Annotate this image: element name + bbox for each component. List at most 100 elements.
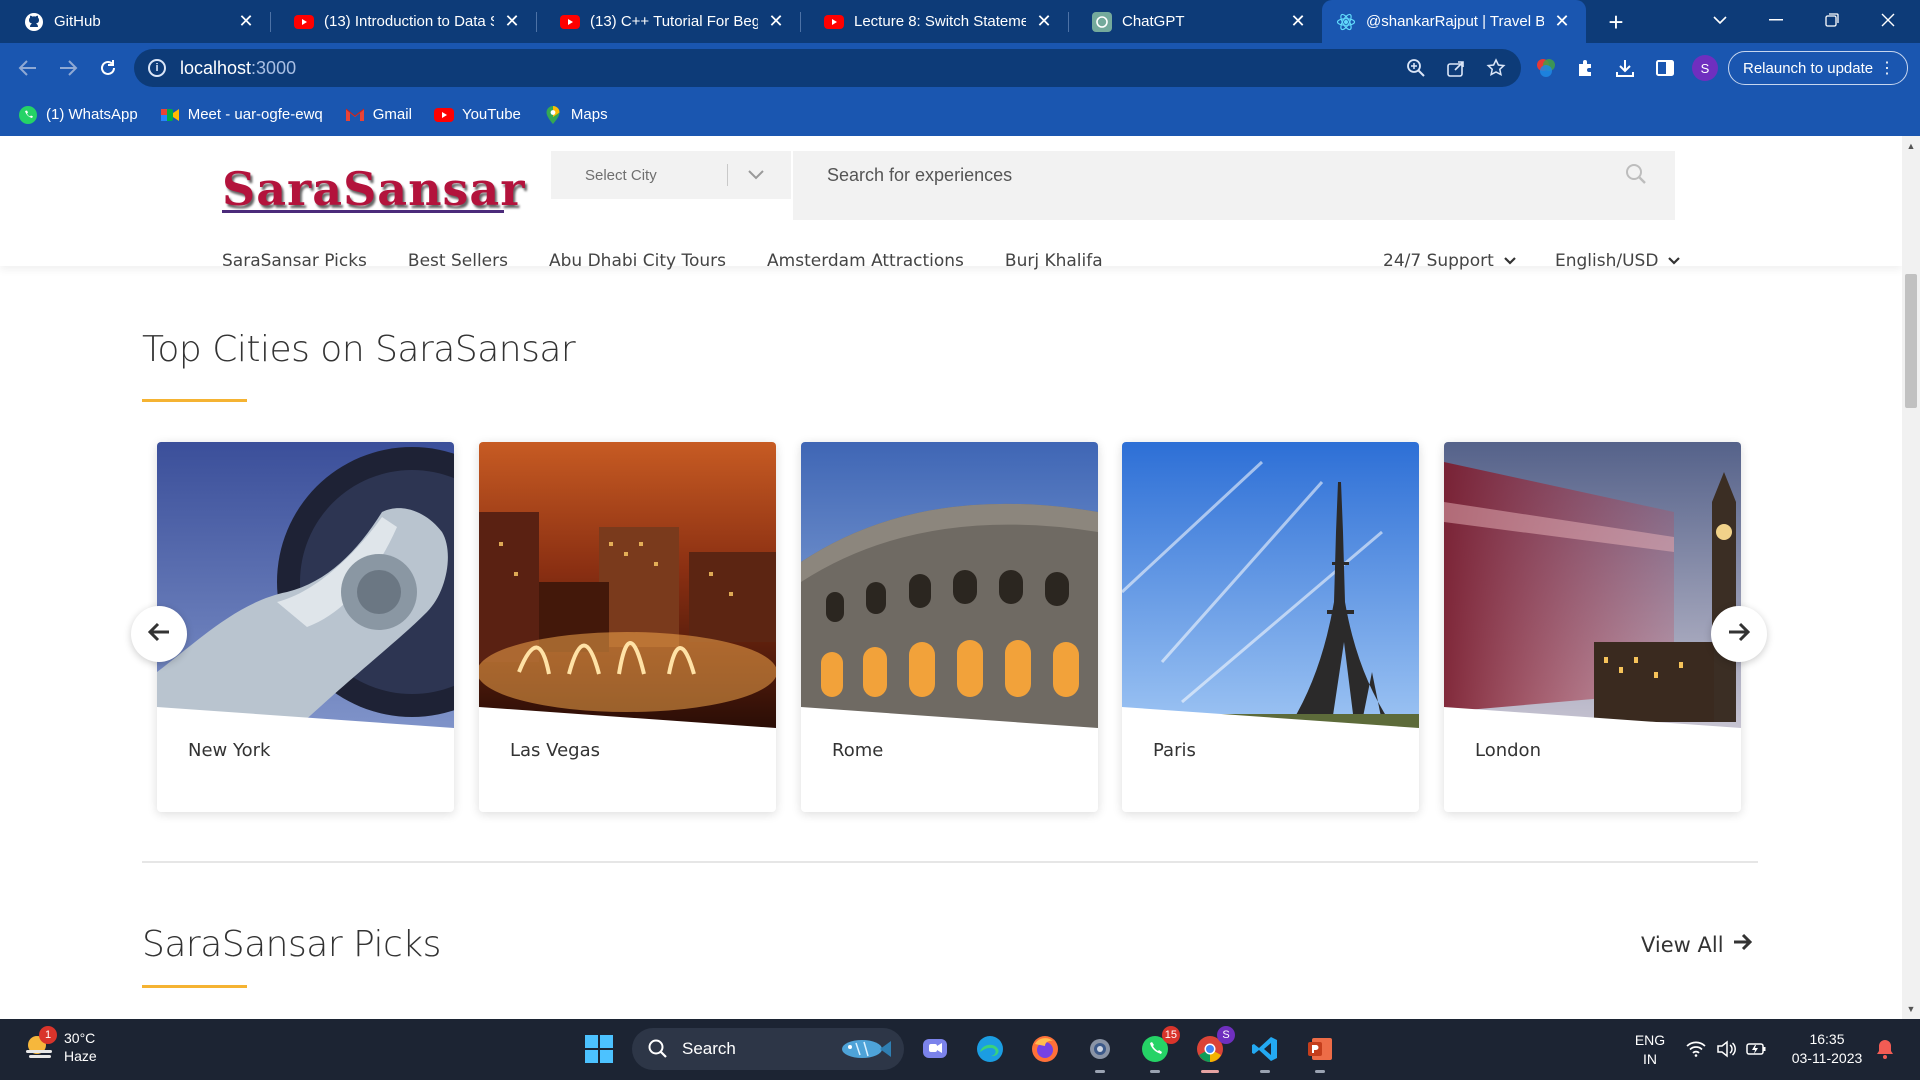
bookmark-youtube[interactable]: YouTube [433,105,521,125]
tab-search-chevron-icon[interactable] [1692,0,1748,40]
tab-close-icon[interactable]: ✕ [766,11,786,32]
tab-close-icon[interactable]: ✕ [1288,11,1308,32]
windows-start-icon[interactable] [584,1034,614,1064]
reload-icon[interactable] [92,52,124,84]
extensions-puzzle-icon[interactable] [1573,55,1599,81]
taskbar-search[interactable]: Search [632,1028,904,1070]
nav-link-picks[interactable]: SaraSansar Picks [222,251,367,271]
nav-link-best-sellers[interactable]: Best Sellers [408,251,508,271]
experience-search [793,151,1675,220]
back-arrow-icon[interactable] [12,52,44,84]
bookmark-whatsapp[interactable]: (1) WhatsApp [18,105,138,125]
tab-chatgpt[interactable]: ChatGPT ✕ [1068,0,1322,43]
chatgpt-icon [1092,11,1112,32]
settings-gear-icon[interactable] [1083,1032,1117,1073]
city-card-new-york[interactable]: New York [157,442,454,812]
site-info-icon[interactable]: i [148,59,166,77]
profile-avatar[interactable]: S [1692,55,1718,81]
battery-charging-icon[interactable] [1746,1039,1766,1059]
download-icon[interactable] [1612,55,1638,81]
tab-youtube-data-structures[interactable]: (13) Introduction to Data St ✕ [270,0,536,43]
tab-github[interactable]: GitHub ✕ [0,0,270,43]
react-icon [1336,12,1356,32]
city-image [1444,442,1741,728]
new-tab-button[interactable]: + [1600,6,1632,38]
tab-close-icon[interactable]: ✕ [1552,11,1572,32]
volume-icon[interactable] [1716,1039,1736,1059]
page-viewport: SaraSansar Select City SaraSansar Picks … [0,136,1902,1019]
section-divider [142,861,1758,863]
color-extension-icon[interactable] [1533,55,1559,81]
bookmark-gmail[interactable]: Gmail [345,105,412,125]
tab-title: ChatGPT [1122,13,1185,30]
language-indicator[interactable]: ENG IN [1632,1031,1668,1069]
city-card-london[interactable]: London [1444,442,1741,812]
vscode-icon[interactable] [1248,1032,1282,1073]
city-select-dropdown[interactable]: Select City [551,151,791,199]
share-icon[interactable] [1445,57,1467,79]
site-logo[interactable]: SaraSansar [222,162,525,216]
nav-link-amsterdam[interactable]: Amsterdam Attractions [767,251,964,271]
nav-link-abu-dhabi[interactable]: Abu Dhabi City Tours [549,251,726,271]
scroll-up-icon[interactable]: ▲ [1902,138,1920,154]
system-clock[interactable]: 16:35 03-11-2023 [1782,1030,1872,1068]
powerpoint-icon[interactable] [1303,1032,1337,1073]
address-bar[interactable]: i localhost:3000 [134,49,1521,87]
view-all-link[interactable]: View All [1641,932,1754,957]
city-card-las-vegas[interactable]: Las Vegas [479,442,776,812]
whatsapp-badge: 15 [1161,1026,1180,1044]
scrollbar-thumb[interactable] [1905,274,1917,408]
locale-dropdown[interactable]: English/USD [1555,246,1681,276]
weather-widget[interactable]: 1 30°C Haze [22,1026,97,1065]
firefox-icon[interactable] [1028,1032,1062,1066]
zoom-icon[interactable] [1405,57,1427,79]
clock-date: 03-11-2023 [1791,1050,1863,1066]
nav-link-burj-khalifa[interactable]: Burj Khalifa [1005,251,1103,271]
edge-browser-icon[interactable] [973,1032,1007,1066]
github-icon [24,12,44,32]
restore-button[interactable] [1804,0,1860,40]
chevron-down-icon[interactable] [741,161,771,189]
city-image [479,442,776,728]
city-name: New York [188,740,271,761]
minimize-button[interactable] [1748,0,1804,40]
language-code: ENG [1634,1032,1666,1048]
tab-youtube-lecture-8[interactable]: Lecture 8: Switch Statemen ✕ [800,0,1068,43]
tab-youtube-cpp-tutorial[interactable]: (13) C++ Tutorial For Begin ✕ [536,0,800,43]
close-window-button[interactable] [1860,0,1916,40]
more-menu-icon[interactable]: ⋮ [1879,58,1895,78]
bookmark-star-icon[interactable] [1485,57,1507,79]
search-input[interactable] [793,151,1593,199]
bookmark-label: Meet - uar-ogfe-ewq [187,106,323,123]
whatsapp-desktop-icon[interactable]: 15 [1138,1026,1180,1073]
carousel-next-button[interactable] [1711,606,1767,662]
city-card-rome[interactable]: Rome [801,442,1098,812]
scroll-down-icon[interactable]: ▼ [1902,1001,1920,1017]
view-all-label: View All [1641,932,1724,957]
forward-arrow-icon[interactable] [52,52,84,84]
bookmark-meet[interactable]: Meet - uar-ogfe-ewq [160,105,323,125]
support-dropdown[interactable]: 24/7 Support [1383,246,1516,276]
chrome-icon[interactable]: S [1193,1026,1235,1073]
tab-close-icon[interactable]: ✕ [1034,11,1054,32]
page-scrollbar[interactable]: ▲ ▼ [1902,136,1920,1019]
teams-chat-icon[interactable] [918,1032,952,1066]
side-panel-icon[interactable] [1652,55,1678,81]
wifi-icon[interactable] [1686,1039,1706,1059]
running-indicator [1095,1070,1105,1073]
tab-travel-app-active[interactable]: @shankarRajput | Travel Bu ✕ [1322,0,1586,43]
bookmark-maps[interactable]: Maps [543,105,608,125]
relaunch-to-update-button[interactable]: Relaunch to update ⋮ [1728,51,1908,85]
chevron-down-icon [1504,254,1516,268]
tab-close-icon[interactable]: ✕ [502,11,522,32]
tab-close-icon[interactable]: ✕ [236,11,256,32]
notification-bell-icon[interactable] [1875,1039,1895,1059]
bookmark-label: YouTube [461,106,521,123]
logo-underline [222,210,504,213]
city-card-paris[interactable]: Paris [1122,442,1419,812]
select-divider [727,164,728,186]
carousel-prev-button[interactable] [131,606,187,662]
search-icon[interactable] [1625,163,1649,187]
url-text: localhost:3000 [180,58,296,79]
tab-title: @shankarRajput | Travel Bu [1366,13,1544,30]
